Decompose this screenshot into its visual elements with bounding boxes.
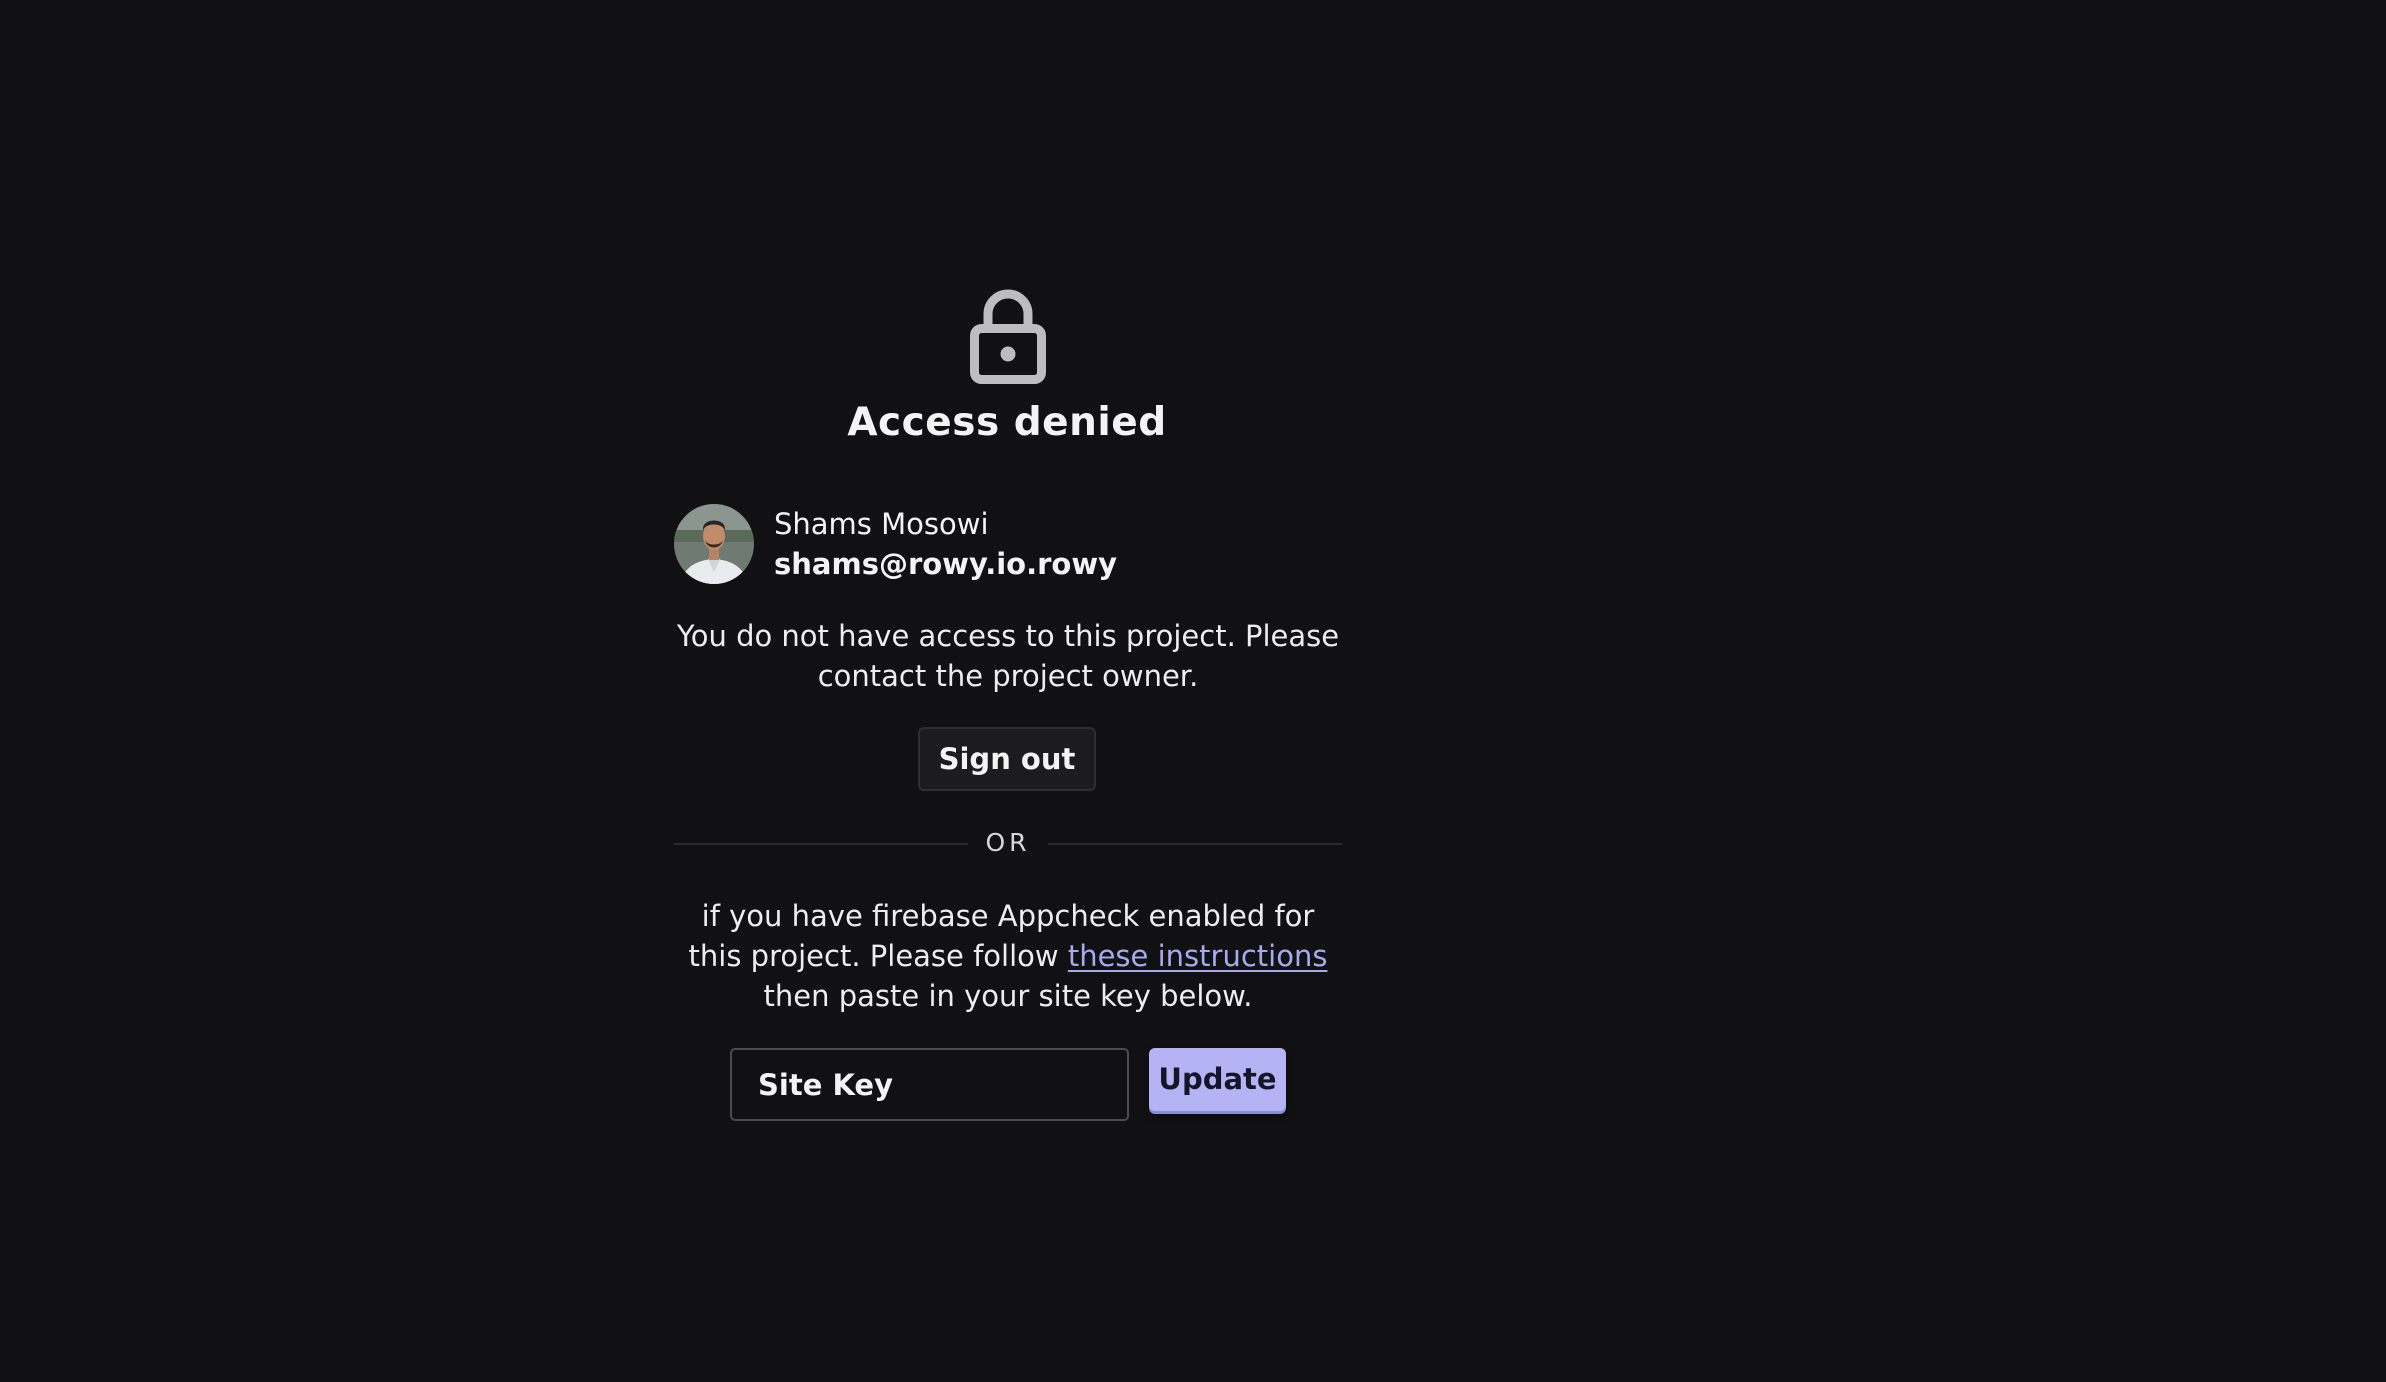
instructions-link[interactable]: these instructions bbox=[1068, 939, 1328, 973]
appcheck-instructions: if you have firebase Appcheck enabled fo… bbox=[674, 896, 1342, 1016]
lock-icon bbox=[970, 289, 1046, 384]
appcheck-text-after: then paste in your site key below. bbox=[763, 979, 1253, 1013]
access-denied-page: Access denied Shams Mosowi shams@rowy.io… bbox=[0, 0, 2386, 1382]
divider-line-right bbox=[1048, 843, 1342, 845]
user-email: shams@rowy.io.rowy bbox=[774, 547, 1118, 581]
page-title: Access denied bbox=[847, 400, 1167, 445]
divider-label: OR bbox=[985, 828, 1031, 857]
divider-line-left bbox=[674, 843, 968, 845]
access-message: You do not have access to this project. … bbox=[676, 619, 1340, 693]
sign-out-button[interactable]: Sign out bbox=[918, 727, 1096, 791]
user-avatar-photo bbox=[674, 504, 754, 584]
or-divider: OR bbox=[674, 826, 1342, 860]
user-info: Shams Mosowi shams@rowy.io.rowy bbox=[674, 504, 1117, 584]
update-button[interactable]: Update bbox=[1149, 1048, 1286, 1111]
avatar bbox=[674, 504, 754, 584]
user-name: Shams Mosowi bbox=[774, 507, 989, 541]
site-key-input[interactable] bbox=[730, 1048, 1129, 1121]
